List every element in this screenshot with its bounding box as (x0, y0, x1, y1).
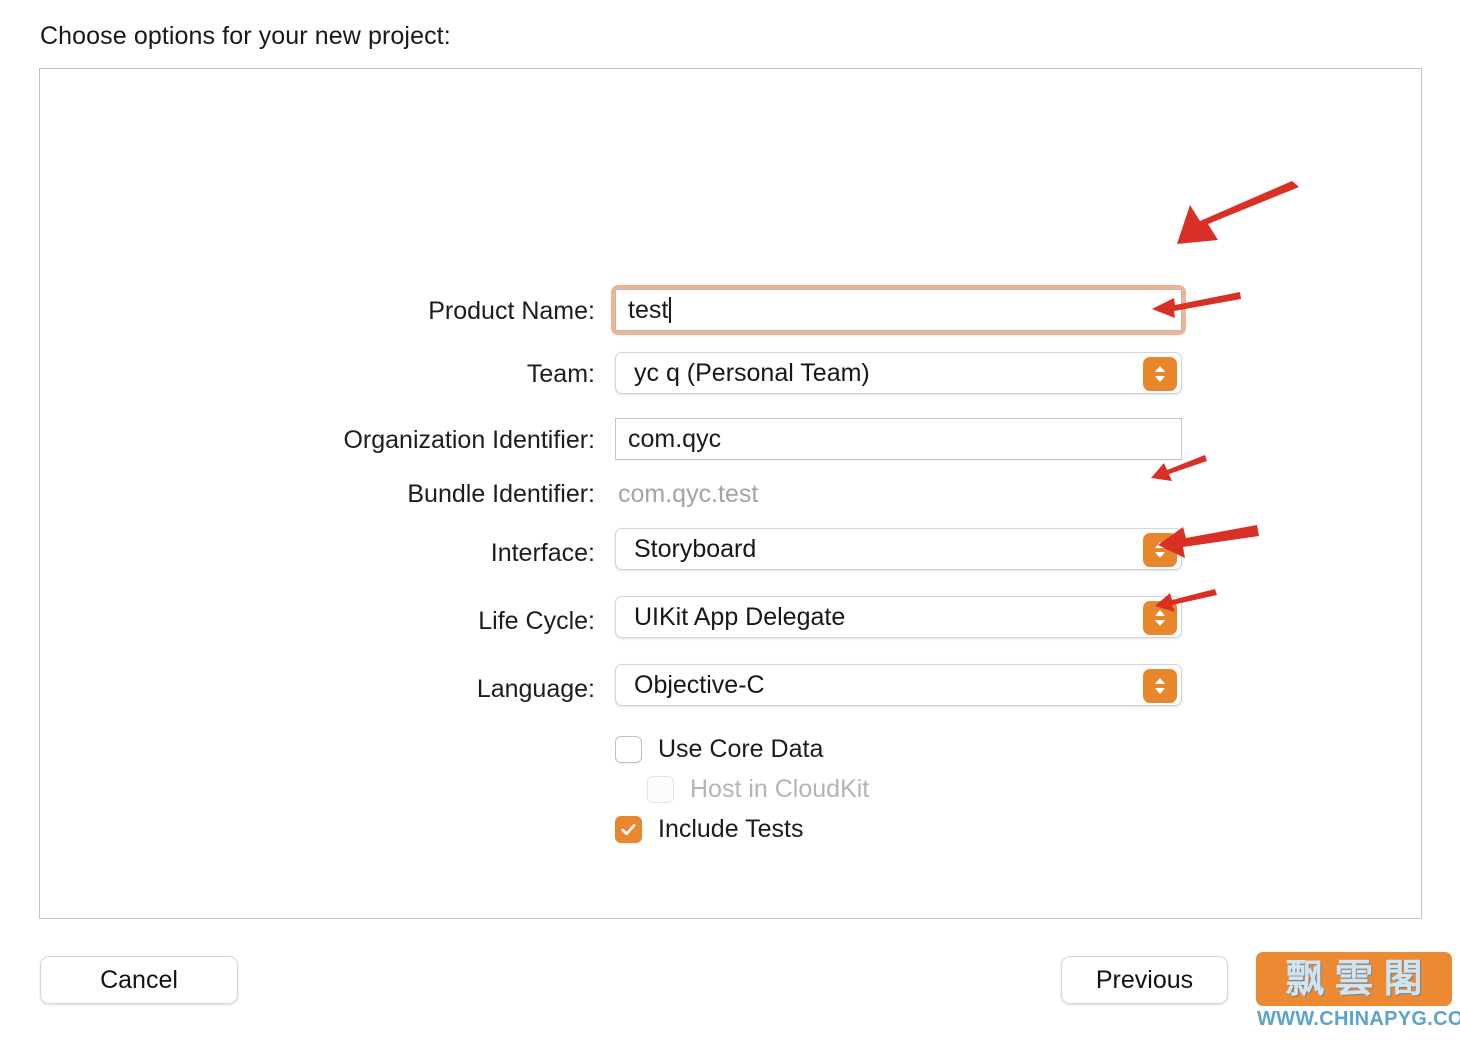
new-project-options-window: Choose options for your new project: Pro… (0, 0, 1460, 1040)
use-core-data-checkbox[interactable] (615, 736, 642, 763)
watermark: 飘 雲 閣 WWW.CHINAPYG.COM (1256, 952, 1460, 1034)
watermark-char-1: 飘 (1285, 956, 1325, 1002)
watermark-url: WWW.CHINAPYG.COM (1257, 1008, 1460, 1030)
language-value: Objective-C (634, 671, 765, 699)
include-tests-label: Include Tests (658, 815, 804, 843)
product-name-focus-ring: test (611, 285, 1186, 335)
chevron-updown-icon[interactable] (1143, 533, 1177, 567)
options-panel: Product Name: test Team: yc q (Personal … (39, 68, 1422, 919)
organization-identifier-input[interactable]: com.qyc (615, 418, 1182, 460)
language-field: Objective-C (615, 664, 1182, 706)
page-title: Choose options for your new project: (40, 22, 451, 50)
watermark-char-2: 雲 (1334, 956, 1374, 1002)
team-select[interactable]: yc q (Personal Team) (615, 352, 1182, 394)
watermark-char-3: 閣 (1383, 956, 1423, 1002)
language-select[interactable]: Objective-C (615, 664, 1182, 706)
life-cycle-field: UIKit App Delegate (615, 596, 1182, 638)
include-tests-checkbox[interactable] (615, 816, 642, 843)
cancel-button[interactable]: Cancel (40, 956, 238, 1004)
chevron-updown-icon[interactable] (1143, 669, 1177, 703)
organization-identifier-label: Organization Identifier: (343, 426, 595, 454)
team-label: Team: (526, 360, 595, 388)
product-name-value: test (628, 296, 669, 324)
product-name-label: Product Name: (428, 297, 595, 325)
bundle-identifier-value: com.qyc.test (618, 480, 759, 508)
chevron-updown-icon[interactable] (1143, 601, 1177, 635)
host-in-cloudkit-checkbox (647, 776, 674, 803)
watermark-banner: 飘 雲 閣 (1256, 952, 1452, 1006)
use-core-data-label: Use Core Data (658, 735, 824, 763)
language-label: Language: (476, 675, 595, 703)
checkbox-row-use-core-data[interactable]: Use Core Data (615, 735, 823, 764)
interface-select[interactable]: Storyboard (615, 528, 1182, 570)
text-caret (669, 297, 672, 323)
interface-label: Interface: (490, 539, 595, 567)
life-cycle-label: Life Cycle: (478, 607, 595, 635)
team-value: yc q (Personal Team) (634, 359, 870, 387)
checkmark-icon (621, 823, 636, 836)
previous-button[interactable]: Previous (1061, 956, 1228, 1004)
checkbox-row-host-in-cloudkit: Host in CloudKit (647, 775, 869, 804)
organization-identifier-value: com.qyc (628, 425, 722, 453)
interface-value: Storyboard (634, 535, 757, 563)
product-name-input[interactable]: test (615, 289, 1182, 331)
host-in-cloudkit-label: Host in CloudKit (690, 775, 870, 803)
interface-field: Storyboard (615, 528, 1182, 570)
life-cycle-select[interactable]: UIKit App Delegate (615, 596, 1182, 638)
life-cycle-value: UIKit App Delegate (634, 603, 846, 631)
checkbox-row-include-tests[interactable]: Include Tests (615, 815, 803, 844)
chevron-updown-icon[interactable] (1143, 357, 1177, 391)
organization-identifier-field: com.qyc (615, 418, 1182, 460)
bundle-identifier-label: Bundle Identifier: (407, 480, 595, 508)
team-field: yc q (Personal Team) (615, 352, 1182, 394)
